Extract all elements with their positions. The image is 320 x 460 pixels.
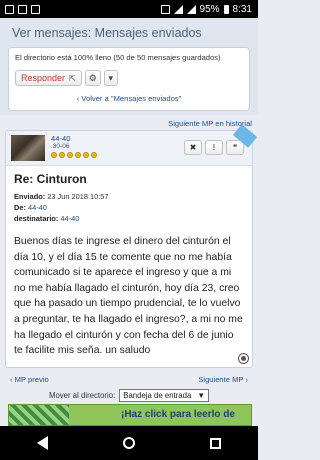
folder-select[interactable]: Bandeja de entrada ▼ xyxy=(119,388,210,402)
alert-icon: ! xyxy=(212,143,216,152)
message-subject: Re: Cinturon xyxy=(14,172,87,186)
sent-label: Enviado: xyxy=(14,192,46,201)
recent-apps-icon[interactable] xyxy=(209,437,221,449)
back-icon[interactable] xyxy=(37,436,49,450)
gear-icon: ⚙ xyxy=(88,72,97,83)
report-button[interactable]: ! xyxy=(205,140,223,155)
message-meta: Enviado: 23 Jun 2018 10:57 De: 44-40 des… xyxy=(14,191,244,224)
chevron-down-icon: ▼ xyxy=(197,390,206,400)
signal-icon xyxy=(186,4,196,14)
prev-mp-label: MP previo xyxy=(14,374,49,384)
folder-selected: Bandeja de entrada xyxy=(123,390,192,400)
rank-dot-icon xyxy=(59,152,65,158)
rank-dot-icon xyxy=(83,152,89,158)
clock: 8:31 xyxy=(232,3,252,15)
prev-mp-link[interactable]: ‹ MP previo xyxy=(10,375,49,384)
rank-dot-icon xyxy=(91,152,97,158)
reply-button[interactable]: Responder ⇱ xyxy=(15,70,82,86)
rank-dot-icon xyxy=(67,152,73,158)
from-value[interactable]: 44-40 xyxy=(28,203,47,212)
rank-stars xyxy=(51,152,97,158)
delete-button[interactable]: ✖ xyxy=(184,140,202,155)
sent-value: 23 Jun 2018 10:57 xyxy=(47,192,109,201)
author-rank: .30-06 xyxy=(51,143,70,150)
reply-label: Responder xyxy=(21,73,66,83)
message-body: Re: Cinturon Enviado: 23 Jun 2018 10:57 … xyxy=(6,166,252,367)
banner-image xyxy=(9,405,69,425)
page-title: Ver mensajes: Mensajes enviados xyxy=(12,26,202,40)
reply-arrow-icon: ⇱ xyxy=(69,73,76,83)
author-name[interactable]: 44-40 xyxy=(51,134,70,143)
avatar[interactable] xyxy=(11,135,45,161)
header-panel: Ver mensajes: Mensajes enviados El direc… xyxy=(0,18,258,115)
message-nav: ‹ MP previo Siguiente MP › xyxy=(0,368,258,386)
ad-banner[interactable]: ¡Haz click para leerlo de xyxy=(8,404,252,426)
next-mp-link[interactable]: Siguiente MP › xyxy=(198,375,248,384)
wifi-icon xyxy=(173,4,183,14)
from-label: De: xyxy=(14,203,26,212)
message-text: Buenos días te ingrese el dinero del cin… xyxy=(14,236,243,357)
image-icon xyxy=(18,4,27,14)
notification-icon xyxy=(5,4,14,14)
email-icon xyxy=(31,4,40,14)
settings-button[interactable]: ⚙ xyxy=(84,70,101,86)
to-label: destinatario: xyxy=(14,214,59,223)
directory-box: El directorio está 100% lleno (50 de 50 … xyxy=(8,47,250,111)
action-bar: Responder ⇱ ⚙ ▾ xyxy=(15,70,243,86)
to-value[interactable]: 44-40 xyxy=(60,214,79,223)
back-link-label: Volver a "Mensajes enviados" xyxy=(81,94,182,103)
directory-status: El directorio está 100% lleno (50 de 50 … xyxy=(15,53,221,62)
system-nav-bar xyxy=(0,426,258,460)
next-mp-label: Siguiente MP xyxy=(198,374,244,384)
status-bar: 95% 8:31 xyxy=(0,0,258,18)
quote-icon: ❝ xyxy=(232,143,238,152)
move-row: Mover al directorio: Bandeja de entrada … xyxy=(0,388,258,402)
rank-dot-icon xyxy=(75,152,81,158)
alarm-icon xyxy=(160,4,170,14)
battery-percent: 95% xyxy=(199,3,220,15)
options-dropdown[interactable]: ▾ xyxy=(103,70,118,86)
battery-icon xyxy=(223,4,229,14)
message-card: 44-40 .30-06 ✖ ! ❝ Re: Cinturon Enviado:… xyxy=(5,124,258,368)
gear-icon[interactable] xyxy=(239,353,248,363)
chevron-down-icon: ▾ xyxy=(108,72,113,83)
banner-text: ¡Haz click para leerlo de xyxy=(121,409,235,420)
rank-dot-icon xyxy=(51,152,57,158)
close-icon: ✖ xyxy=(189,143,197,152)
page: Ver mensajes: Mensajes enviados El direc… xyxy=(0,18,258,426)
message-tools: ✖ ! ❝ xyxy=(184,140,244,155)
back-link[interactable]: ‹ Volver a "Mensajes enviados" xyxy=(15,94,243,103)
move-label: Mover al directorio: xyxy=(48,390,116,400)
home-icon[interactable] xyxy=(122,437,135,449)
message-header: 44-40 .30-06 ✖ ! ❝ xyxy=(6,124,258,166)
next-mp-history-link[interactable]: Siguiente MP en historial xyxy=(0,115,258,130)
